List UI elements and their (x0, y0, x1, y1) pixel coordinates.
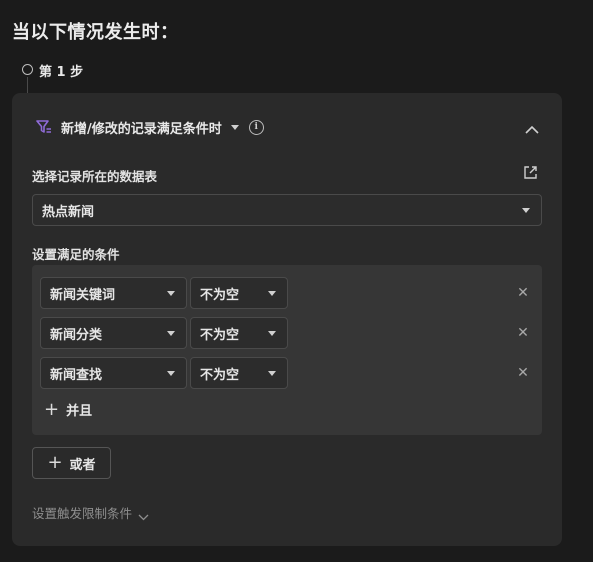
close-icon[interactable]: ✕ (516, 326, 530, 340)
chevron-down-icon[interactable] (230, 124, 239, 130)
condition-row: 新闻分类 不为空 ✕ (40, 317, 534, 349)
external-link-icon[interactable] (523, 165, 538, 180)
close-icon[interactable]: ✕ (516, 286, 530, 300)
condition-operator-select[interactable]: 不为空 (190, 277, 288, 309)
trigger-card: 新增/修改的记录满足条件时 i 选择记录所在的数据表 热点新闻 设置满足的条件 … (12, 93, 562, 546)
chevron-up-icon[interactable] (524, 121, 540, 134)
conditions-section-label: 设置满足的条件 (32, 247, 120, 262)
or-label: 或者 (69, 457, 96, 473)
condition-field-value: 新闻关键词 (50, 287, 116, 303)
condition-field-select[interactable]: 新闻分类 (40, 317, 187, 349)
condition-operator-value: 不为空 (200, 287, 240, 303)
chevron-down-icon (522, 207, 530, 213)
chevron-down-icon (167, 370, 175, 376)
step-label: 第 1 步 (39, 65, 84, 80)
table-section-label: 选择记录所在的数据表 (32, 169, 158, 184)
condition-operator-value: 不为空 (200, 367, 240, 383)
condition-operator-select[interactable]: 不为空 (190, 317, 288, 349)
condition-field-select[interactable]: 新闻查找 (40, 357, 187, 389)
trigger-type-label: 新增/修改的记录满足条件时 (61, 121, 222, 137)
condition-field-value: 新闻查找 (50, 367, 103, 383)
chevron-down-icon (167, 330, 175, 336)
and-label: 并且 (66, 404, 93, 419)
filter-icon (35, 118, 53, 136)
conditions-group: 新闻关键词 不为空 ✕ 新闻分类 不为空 ✕ 新闻查找 不为空 ✕ + 并且 (32, 265, 542, 435)
condition-row: 新闻关键词 不为空 ✕ (40, 277, 534, 309)
add-or-condition-button[interactable]: + 或者 (32, 447, 111, 479)
condition-row: 新闻查找 不为空 ✕ (40, 357, 534, 389)
condition-operator-value: 不为空 (200, 327, 240, 343)
table-select-value: 热点新闻 (42, 204, 95, 220)
condition-field-select[interactable]: 新闻关键词 (40, 277, 187, 309)
trigger-limit-label: 设置触发限制条件 (32, 506, 133, 521)
step-indicator-icon (22, 64, 33, 75)
page-heading: 当以下情况发生时： (12, 22, 179, 43)
step-connector-line (27, 77, 28, 93)
chevron-down-icon (268, 290, 276, 296)
close-icon[interactable]: ✕ (516, 366, 530, 380)
info-icon[interactable]: i (248, 119, 264, 135)
chevron-down-icon (138, 509, 149, 521)
trigger-header[interactable]: 新增/修改的记录满足条件时 i (35, 117, 264, 137)
chevron-down-icon (167, 290, 175, 296)
plus-icon: + (44, 398, 60, 420)
chevron-down-icon (268, 330, 276, 336)
condition-operator-select[interactable]: 不为空 (190, 357, 288, 389)
trigger-limit-toggle[interactable]: 设置触发限制条件 (32, 503, 149, 522)
condition-field-value: 新闻分类 (50, 327, 103, 343)
add-and-condition-button[interactable]: + 并且 (44, 400, 92, 419)
plus-icon: + (47, 452, 63, 473)
chevron-down-icon (268, 370, 276, 376)
table-select[interactable]: 热点新闻 (32, 194, 542, 226)
